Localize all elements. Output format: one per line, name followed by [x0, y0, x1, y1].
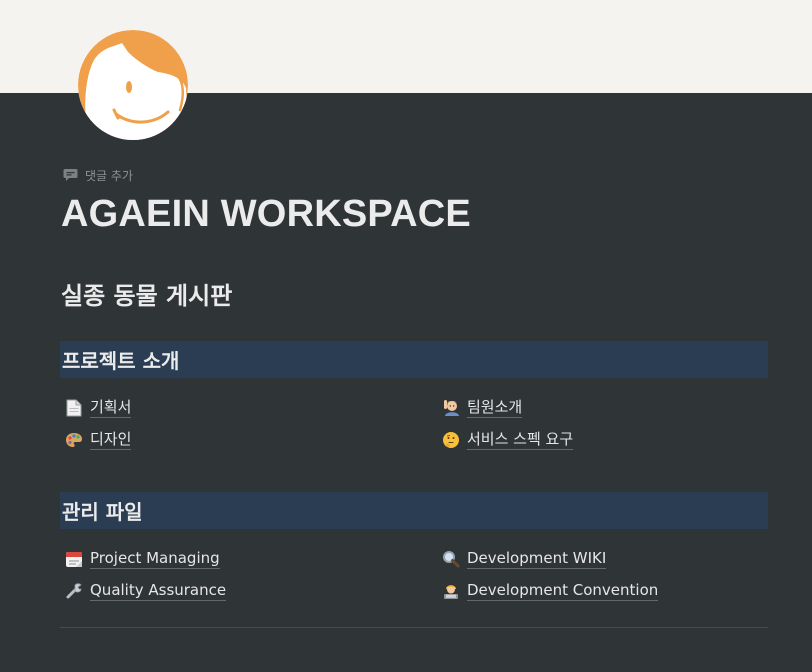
add-comment-button[interactable]: 댓글 추가	[63, 166, 133, 184]
calendar-icon	[64, 549, 84, 569]
link-quality-assurance[interactable]: Quality Assurance	[64, 580, 441, 602]
link-label: Quality Assurance	[90, 581, 227, 601]
page-subtitle[interactable]: 실종 동물 게시판	[61, 276, 232, 311]
link-development-convention[interactable]: Development Convention	[441, 580, 768, 602]
page-icon	[64, 398, 84, 418]
link-label: Development Convention	[467, 581, 659, 601]
person-raising-hand-icon	[441, 398, 461, 418]
management-files-links: Project Managing Development WIKI Qualit…	[64, 548, 768, 602]
link-service-spec[interactable]: 서비스 스펙 요구	[441, 429, 768, 451]
palette-icon	[64, 430, 84, 450]
link-label: 서비스 스펙 요구	[467, 430, 574, 450]
link-label: 기획서	[90, 398, 132, 418]
section-heading-label: 관리 파일	[62, 500, 143, 524]
divider	[60, 627, 768, 628]
link-team-intro[interactable]: 팀원소개	[441, 397, 768, 419]
section-heading-label: 프로젝트 소개	[62, 349, 180, 373]
project-intro-links: 기획서 팀원소개 디자인 서비스 스펙 요구	[64, 397, 768, 451]
thinking-face-icon	[441, 430, 461, 450]
link-label: 팀원소개	[467, 398, 523, 418]
wrench-icon	[64, 581, 84, 601]
link-planning-doc[interactable]: 기획서	[64, 397, 441, 419]
workspace-logo-icon[interactable]	[78, 30, 188, 140]
comment-icon	[63, 168, 78, 182]
technologist-icon	[441, 581, 461, 601]
section-heading-management-files[interactable]: 관리 파일	[60, 492, 768, 529]
link-label: 디자인	[90, 430, 132, 450]
link-label: Project Managing	[90, 549, 220, 569]
section-heading-project-intro[interactable]: 프로젝트 소개	[60, 341, 768, 378]
link-label: Development WIKI	[467, 549, 607, 569]
link-design[interactable]: 디자인	[64, 429, 441, 451]
page-title[interactable]: AGAEIN WORKSPACE	[61, 193, 471, 236]
add-comment-label: 댓글 추가	[85, 168, 133, 183]
link-development-wiki[interactable]: Development WIKI	[441, 548, 768, 570]
link-project-managing[interactable]: Project Managing	[64, 548, 441, 570]
magnifier-icon	[441, 549, 461, 569]
